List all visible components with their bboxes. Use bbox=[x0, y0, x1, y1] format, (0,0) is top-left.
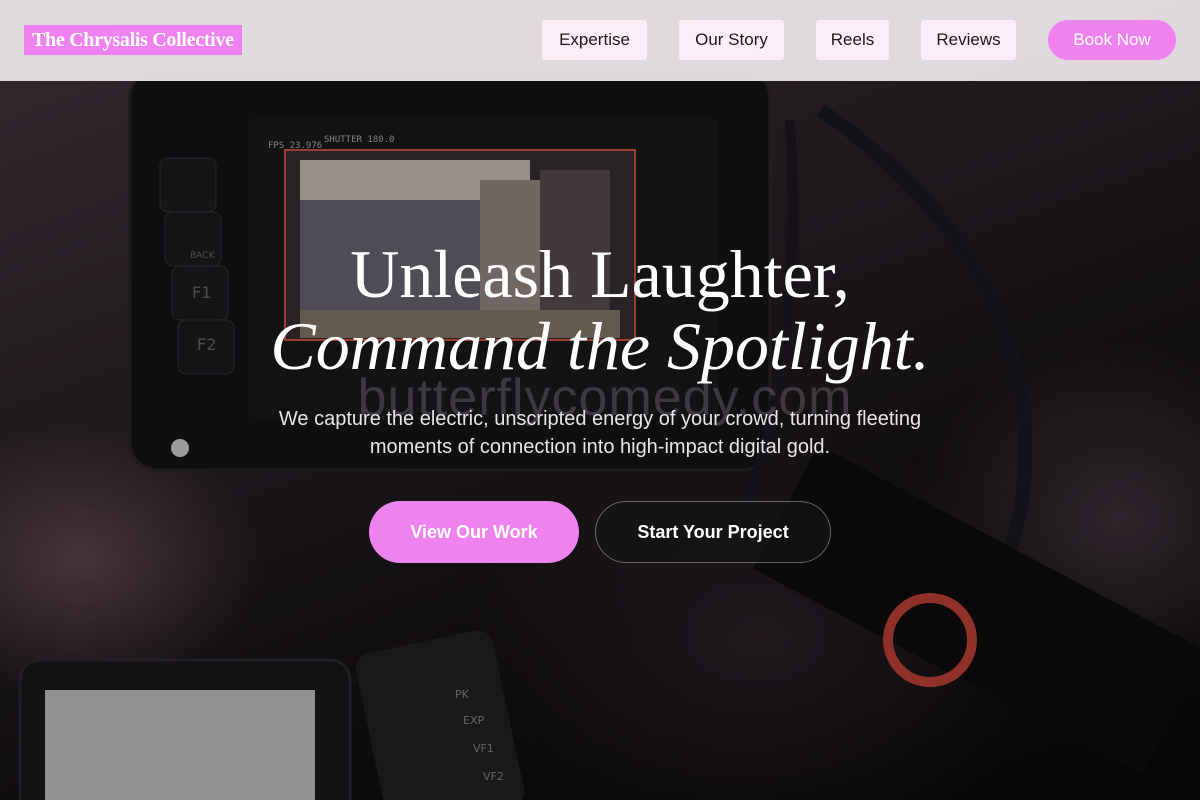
hero-subtitle: We capture the electric, unscripted ener… bbox=[278, 408, 922, 458]
brand-logo[interactable]: The Chrysalis Collective bbox=[24, 25, 242, 55]
nav-link-our-story[interactable]: Our Story bbox=[679, 20, 784, 60]
start-your-project-button[interactable]: Start Your Project bbox=[595, 501, 831, 563]
hero-title: Unleash Laughter, Command the Spotlight. bbox=[0, 236, 1200, 380]
nav-link-expertise[interactable]: Expertise bbox=[542, 20, 647, 60]
nav-link-reels[interactable]: Reels bbox=[816, 20, 889, 60]
view-our-work-button[interactable]: View Our Work bbox=[369, 501, 579, 563]
site-header: The Chrysalis Collective Expertise Our S… bbox=[0, 0, 1200, 81]
book-now-button[interactable]: Book Now bbox=[1048, 20, 1176, 60]
nav-link-reviews[interactable]: Reviews bbox=[921, 20, 1016, 60]
hero-title-line-1: Unleash Laughter, bbox=[350, 236, 850, 312]
hero-title-line-2: Command the Spotlight. bbox=[270, 308, 930, 384]
